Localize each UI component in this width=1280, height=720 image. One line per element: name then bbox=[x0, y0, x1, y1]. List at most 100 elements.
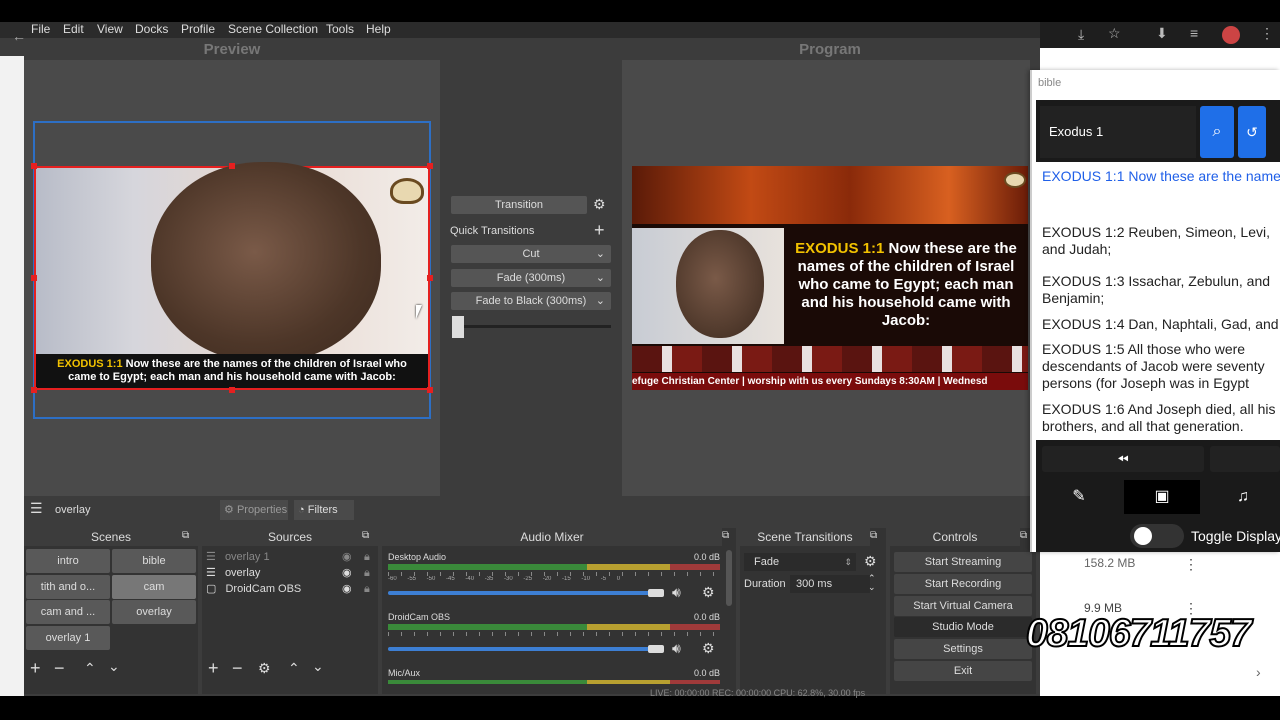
volume-slider-knob[interactable] bbox=[648, 645, 664, 653]
speaker-icon[interactable]: 🔊︎ bbox=[672, 584, 681, 601]
kebab-icon[interactable]: ⋮ bbox=[1184, 556, 1198, 573]
search-button[interactable]: ⌕ bbox=[1200, 106, 1234, 158]
dock-undock-icon[interactable]: ⧉ bbox=[1020, 530, 1027, 541]
scene-item-selected[interactable]: cam bbox=[112, 575, 196, 599]
plus-icon[interactable]: + bbox=[594, 220, 605, 241]
source-row[interactable]: ☰ overlay ◉ 🔒︎ bbox=[206, 565, 376, 581]
scene-item[interactable]: bible bbox=[112, 549, 196, 573]
verse-item[interactable]: EXODUS 1:5 All those who were descendant… bbox=[1038, 341, 1280, 395]
history-button[interactable]: ↺ bbox=[1238, 106, 1266, 158]
bible-tab[interactable]: ▣ bbox=[1124, 480, 1200, 514]
properties-button[interactable]: ⚙ Properties bbox=[220, 500, 288, 520]
menu-edit[interactable]: Edit bbox=[63, 22, 84, 36]
dock-undock-icon[interactable]: ⧉ bbox=[182, 530, 189, 541]
bible-search-input[interactable]: Exodus 1 bbox=[1040, 106, 1196, 158]
filters-button[interactable]: ◔ Filters bbox=[294, 500, 354, 520]
volume-slider-knob[interactable] bbox=[648, 589, 664, 597]
volume-slider[interactable] bbox=[388, 647, 650, 651]
duration-input[interactable]: 300 ms bbox=[790, 575, 870, 593]
resize-handle[interactable] bbox=[229, 163, 235, 169]
move-down-icon[interactable]: ⌄ bbox=[108, 658, 120, 675]
preview-video[interactable]: EXODUS 1:1 Now these are the names of th… bbox=[34, 162, 430, 390]
verse-item[interactable]: EXODUS 1:6 And Joseph died, all his brot… bbox=[1038, 401, 1280, 437]
star-icon[interactable]: ☆ bbox=[1108, 25, 1121, 42]
volume-slider[interactable] bbox=[388, 591, 650, 595]
next-button[interactable] bbox=[1210, 446, 1280, 472]
music-tab[interactable]: ♫ bbox=[1206, 482, 1280, 512]
speaker-icon[interactable]: 🔊︎ bbox=[672, 640, 681, 657]
gear-icon[interactable]: ⚙ bbox=[258, 660, 271, 677]
resize-handle[interactable] bbox=[31, 387, 37, 393]
gear-icon[interactable]: ⚙ bbox=[702, 640, 715, 657]
start-streaming-button[interactable]: Start Streaming bbox=[894, 552, 1032, 572]
kebab-icon[interactable]: ⋮ bbox=[1260, 25, 1274, 42]
add-icon[interactable]: + bbox=[208, 658, 219, 679]
install-icon[interactable]: ⤓ bbox=[1078, 26, 1084, 43]
lock-icon[interactable]: 🔒︎ bbox=[364, 549, 370, 565]
menu-docks[interactable]: Docks bbox=[135, 22, 168, 36]
resize-handle[interactable] bbox=[427, 275, 433, 281]
duration-stepper[interactable]: ⌃ ⌄ bbox=[868, 574, 876, 592]
move-up-icon[interactable]: ⌃ bbox=[288, 660, 300, 677]
lock-icon[interactable]: 🔒︎ bbox=[364, 581, 370, 597]
move-down-icon[interactable]: ⌄ bbox=[312, 658, 324, 675]
verse-item[interactable]: EXODUS 1:3 Issachar, Zebulun, and Benjam… bbox=[1038, 273, 1280, 310]
toggle-display-switch[interactable] bbox=[1130, 524, 1184, 548]
menu-view[interactable]: View bbox=[97, 22, 123, 36]
dock-undock-icon[interactable]: ⧉ bbox=[722, 530, 729, 541]
menu-profile[interactable]: Profile bbox=[181, 22, 215, 36]
download-icon[interactable]: ⬇ bbox=[1156, 25, 1168, 42]
quick-transition-fade-black[interactable]: Fade to Black (300ms) ⌄ bbox=[451, 292, 611, 310]
scene-item[interactable]: overlay bbox=[112, 600, 196, 624]
menu-tools[interactable]: Tools bbox=[326, 22, 354, 36]
chevron-right-icon[interactable]: › bbox=[1256, 664, 1261, 680]
menu-file[interactable]: File bbox=[31, 22, 50, 36]
settings-button[interactable]: Settings bbox=[894, 639, 1032, 659]
menu-help[interactable]: Help bbox=[366, 22, 391, 36]
remove-icon[interactable]: − bbox=[54, 658, 65, 679]
dock-undock-icon[interactable]: ⧉ bbox=[362, 530, 369, 541]
gear-icon[interactable]: ⚙ bbox=[702, 584, 715, 601]
edit-tab[interactable]: ✎ bbox=[1042, 482, 1116, 512]
start-virtual-camera-button[interactable]: Start Virtual Camera bbox=[894, 596, 1032, 616]
resize-handle[interactable] bbox=[229, 387, 235, 393]
avatar[interactable] bbox=[1222, 26, 1240, 44]
download-size: 158.2 MB bbox=[1084, 556, 1136, 570]
start-recording-button[interactable]: Start Recording bbox=[894, 574, 1032, 594]
transition-select[interactable]: Fade ⇕ bbox=[744, 553, 856, 571]
gear-icon[interactable]: ⚙ bbox=[593, 196, 606, 213]
scene-item[interactable]: cam and ... bbox=[26, 600, 110, 624]
previous-button[interactable]: ⏪︎ bbox=[1042, 446, 1204, 472]
resize-handle[interactable] bbox=[427, 163, 433, 169]
source-row[interactable]: ▢ DroidCam OBS ◉ 🔒︎ bbox=[206, 581, 376, 597]
add-icon[interactable]: + bbox=[30, 658, 41, 679]
move-up-icon[interactable]: ⌃ bbox=[84, 660, 96, 677]
resize-handle[interactable] bbox=[427, 387, 433, 393]
eye-icon[interactable]: ◉ bbox=[342, 565, 352, 581]
gear-icon[interactable]: ⚙ bbox=[864, 553, 877, 570]
quick-transition-fade[interactable]: Fade (300ms) ⌄ bbox=[451, 269, 611, 287]
scene-item[interactable]: overlay 1 bbox=[26, 626, 110, 650]
playlist-icon[interactable]: ≡ bbox=[1190, 25, 1198, 41]
dock-undock-icon[interactable]: ⧉ bbox=[870, 530, 877, 541]
resize-handle[interactable] bbox=[31, 163, 37, 169]
scene-item[interactable]: intro bbox=[26, 549, 110, 573]
tbar-handle[interactable] bbox=[452, 316, 464, 338]
resize-handle[interactable] bbox=[31, 275, 37, 281]
exit-button[interactable]: Exit bbox=[894, 661, 1032, 681]
remove-icon[interactable]: − bbox=[232, 658, 243, 679]
studio-mode-button[interactable]: Studio Mode bbox=[894, 617, 1032, 637]
verse-item[interactable]: EXODUS 1:4 Dan, Naphtali, Gad, and Asher… bbox=[1038, 316, 1280, 335]
eye-off-icon[interactable]: ◉ bbox=[342, 549, 352, 565]
quick-transition-cut[interactable]: Cut ⌄ bbox=[451, 245, 611, 263]
verse-item[interactable]: EXODUS 1:2 Reuben, Simeon, Levi, and Jud… bbox=[1038, 224, 1280, 267]
transition-button[interactable]: Transition bbox=[451, 196, 587, 214]
scene-item[interactable]: tith and o... bbox=[26, 575, 110, 599]
eye-icon[interactable]: ◉ bbox=[342, 581, 352, 597]
lock-icon[interactable]: 🔒︎ bbox=[364, 565, 370, 581]
verse-item-selected[interactable]: EXODUS 1:1 Now these are the names of th… bbox=[1038, 168, 1280, 222]
mixer-scrollbar[interactable] bbox=[726, 550, 732, 606]
scenes-title: Scenes bbox=[90, 530, 132, 544]
menu-scene-collection[interactable]: Scene Collection bbox=[228, 22, 318, 36]
source-row[interactable]: ☰ overlay 1 ◉ 🔒︎ bbox=[206, 549, 376, 565]
